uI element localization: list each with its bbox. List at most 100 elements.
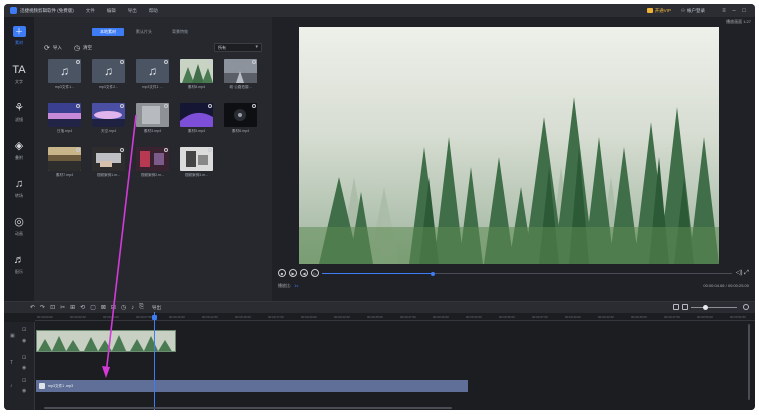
horizontal-scrollbar[interactable] [44,407,452,409]
delete-icon[interactable]: ⊞ [70,304,75,311]
maximize-icon[interactable]: □ [739,8,749,14]
media-tile[interactable]: 素材5.mp4 [180,103,213,137]
media-thumbnail [180,59,213,83]
clear-button[interactable]: ◷ 清空 [74,44,92,52]
lock-icon[interactable]: ⊡ [22,327,26,333]
media-tile-name: 城·公路拍摄... [229,85,252,89]
playhead-handle[interactable] [152,315,157,320]
select-toggle-icon[interactable] [164,148,168,152]
volume-icon[interactable]: ◉ [22,388,26,394]
fit-icon[interactable] [673,304,679,310]
redo-icon[interactable]: ↷ [40,304,45,311]
media-tile[interactable]: 天空.mp4 [92,103,125,137]
video-clip[interactable] [36,330,176,352]
nav-item-media[interactable]: ＋ 素材 [4,17,34,55]
stop-button[interactable]: ■ [278,269,286,277]
nav-item-text[interactable]: TA 文字 [4,55,34,93]
eye-icon[interactable]: ◉ [22,365,26,371]
tab-background-effects[interactable]: 背景特效 [164,28,196,36]
next-frame-button[interactable]: ▷ [311,269,319,277]
zoom-in-icon[interactable] [743,304,749,310]
select-toggle-icon[interactable] [252,60,256,64]
seek-bar[interactable] [322,271,732,276]
select-toggle-icon[interactable] [252,104,256,108]
media-tile[interactable]: 城·公路拍摄... [224,59,257,93]
freeze-icon[interactable]: ⊟ [111,304,116,311]
eye-icon[interactable]: ◉ [22,338,26,344]
nav-item-music[interactable]: ♬ 配乐 [4,245,34,283]
audio-icon[interactable]: ♪ [131,305,134,311]
media-tile[interactable]: 视频案例2.m... [136,147,169,181]
audio-clip[interactable]: mp3文件1 .mp3 [36,380,468,392]
lock-icon[interactable]: ⊡ [22,378,26,384]
media-tile[interactable]: ♫ mp3文件2... [92,59,125,93]
select-toggle-icon[interactable] [208,104,212,108]
select-toggle-icon[interactable] [76,148,80,152]
menu-icon[interactable]: ≡ [719,8,729,14]
media-tile[interactable]: ♫ mp3文件1... [48,59,81,93]
media-tile[interactable]: 素材8.mp4 [180,59,213,93]
mosaic-icon[interactable]: ⊠ [101,304,106,311]
split-icon[interactable]: ✂ [60,304,65,311]
timeline-ruler[interactable]: 00:00:00.00 00:00:02.50 00:00:05.00 00:00:0… [35,313,755,321]
nav-item-filter[interactable]: ⚘ 滤镜 [4,93,34,131]
volume-fullscreen-icons[interactable]: ◁) ⤢ [736,269,749,277]
nav-item-transition[interactable]: ♫ 转场 [4,169,34,207]
nav-item-overlay[interactable]: ◈ 叠附 [4,131,34,169]
media-tile-name: 天空.mp4 [100,129,117,133]
export-button[interactable]: 导出 [152,305,161,311]
media-tile[interactable]: 素材6.mp4 [224,103,257,137]
media-tile[interactable]: 视频案例3.m... [180,147,213,181]
play-button[interactable]: ▶ [289,269,297,277]
prev-frame-button[interactable]: ◀ [300,269,308,277]
menu-help[interactable]: 帮助 [149,8,158,14]
lock-icon[interactable]: ⊡ [22,355,26,361]
menu-export[interactable]: 导出 [128,8,137,14]
vertical-scrollbar[interactable] [748,324,750,400]
select-toggle-icon[interactable] [164,104,168,108]
music-note-icon: ♫ [104,64,113,78]
user-icon: ⚇ [680,7,685,13]
menu-edit[interactable]: 编辑 [107,8,116,14]
rotate-icon[interactable]: ⟲ [80,304,85,311]
select-toggle-icon[interactable] [76,104,80,108]
zoom-slider[interactable] [691,304,737,310]
playhead[interactable] [152,312,157,410]
tab-default-intro[interactable]: 默认片头 [128,28,160,36]
media-tile[interactable]: 视频案例1.m... [92,147,125,181]
crop-icon[interactable]: ⊡ [50,304,55,311]
media-tile[interactable]: ♫ mp3文件1 ... [136,59,169,93]
media-tile[interactable]: 日落.mp4 [48,103,81,137]
import-icon: ＋ [12,26,26,37]
select-toggle-icon[interactable] [164,60,168,64]
select-toggle-icon[interactable] [208,148,212,152]
clock-icon: ◷ [73,45,80,52]
ruler-tick: 00:00:25.00 [367,315,383,319]
media-thumbnail [136,103,169,127]
minimize-icon[interactable]: – [729,8,739,14]
menu-file[interactable]: 文件 [86,8,95,14]
account-button[interactable]: ⚇ 帐户登录 [681,8,705,14]
ruler-tick: 00:00:35.00 [499,315,515,319]
select-toggle-icon[interactable] [120,60,124,64]
ruler-tick: 00:00:17.50 [268,315,284,319]
playback-speed[interactable]: 播放比: 1x [278,283,298,289]
zoom-handle[interactable] [703,304,708,310]
undo-icon[interactable]: ↶ [30,304,35,311]
copy-icon[interactable]: ⎘ [139,304,144,311]
select-toggle-icon[interactable] [76,60,80,64]
select-toggle-icon[interactable] [208,60,212,64]
duration-icon[interactable]: ◷ [121,304,126,311]
import-button[interactable]: ⟳ 导入 [44,44,62,52]
seek-handle[interactable] [430,271,435,276]
media-tile[interactable]: 素材7.mp4 [48,147,81,181]
media-tile[interactable]: 素材3.mp4 [136,103,169,137]
vip-button[interactable]: 开通VIP [646,8,671,14]
select-toggle-icon[interactable] [120,148,124,152]
frame-icon[interactable]: ▢ [90,304,96,311]
media-filter-select[interactable]: 所有 ▾ [214,43,262,52]
select-toggle-icon[interactable] [120,104,124,108]
zoom-out-icon[interactable] [682,304,688,310]
tab-local-media[interactable]: 本地素材 [92,28,124,36]
nav-item-animation[interactable]: ◎ 动画 [4,207,34,245]
